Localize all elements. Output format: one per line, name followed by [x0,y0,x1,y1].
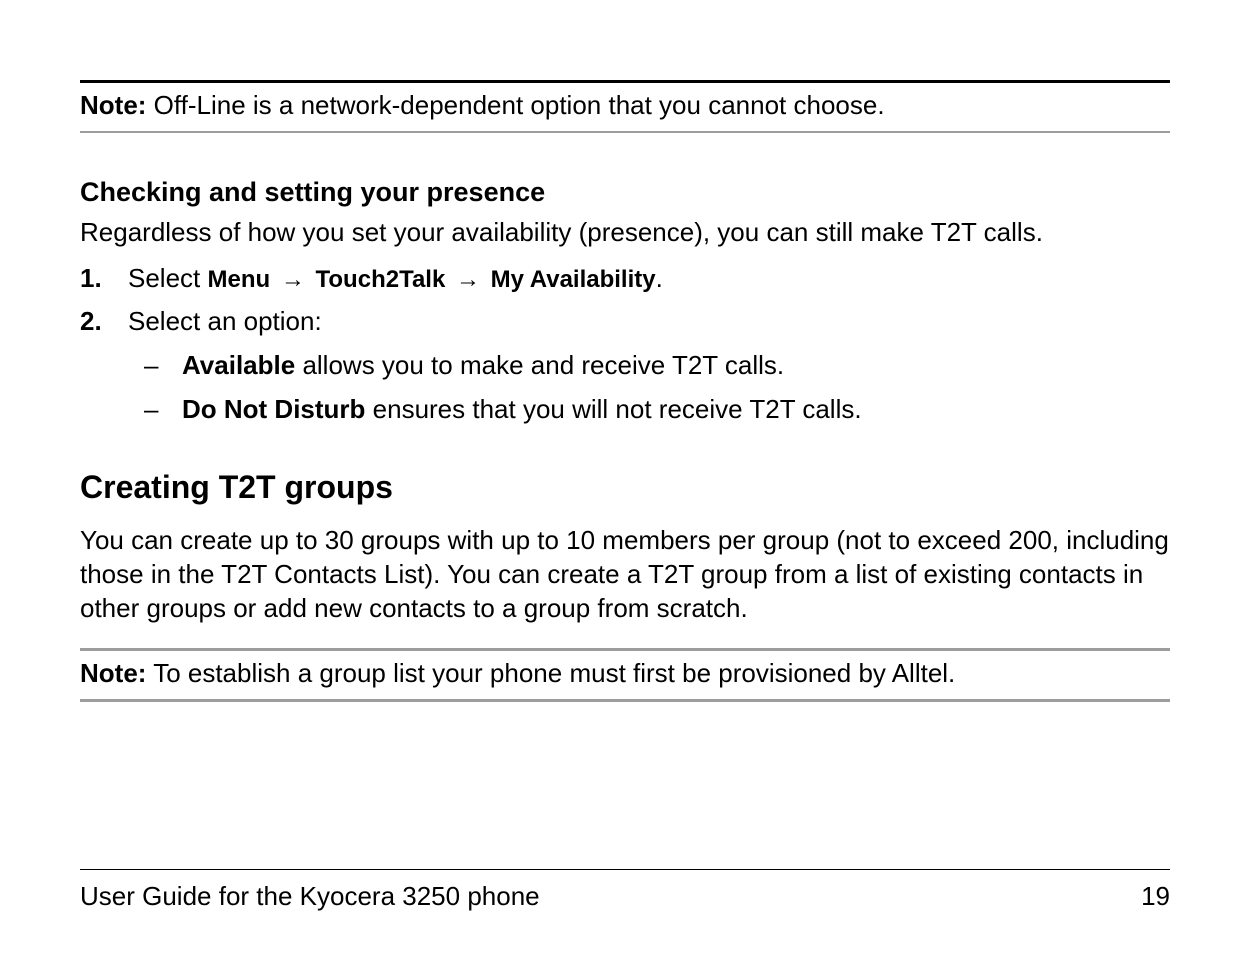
note-label: Note: [80,658,146,688]
note-label: Note: [80,90,146,120]
option-available-desc: allows you to make and receive T2T calls… [295,350,784,380]
note-box-1: Note: Off-Line is a network-dependent op… [80,80,1170,133]
step-content: Select an option: – Available allows you… [128,305,1170,436]
footer: User Guide for the Kyocera 3250 phone 19 [80,869,1170,914]
sub-item-available: – Available allows you to make and recei… [136,349,1170,383]
step-1: 1. Select Menu → Touch2Talk → My Availab… [80,262,1170,296]
step-number: 1. [80,262,128,296]
step-content: Select Menu → Touch2Talk → My Availabili… [128,262,1170,296]
subheading-presence: Checking and setting your presence [80,175,1170,210]
footer-title: User Guide for the Kyocera 3250 phone [80,880,540,914]
sub-list: – Available allows you to make and recei… [128,349,1170,427]
step-list: 1. Select Menu → Touch2Talk → My Availab… [80,262,1170,437]
note-text: Off-Line is a network-dependent option t… [146,90,884,120]
step-prefix: Select [128,263,208,293]
page-number: 19 [1141,880,1170,914]
step-number: 2. [80,305,128,436]
paragraph-groups: You can create up to 30 groups with up t… [80,524,1170,625]
menu-path-3: My Availability [491,266,656,293]
menu-path-2: Touch2Talk [316,266,446,293]
dash-icon: – [136,393,182,427]
section-heading-groups: Creating T2T groups [80,467,1170,509]
dash-icon: – [136,349,182,383]
step-suffix: . [656,263,663,293]
menu-path-1: Menu [208,266,271,293]
sub-item-text: Available allows you to make and receive… [182,349,784,383]
option-available: Available [182,350,295,380]
step-text: Select an option: [128,306,322,336]
paragraph-presence: Regardless of how you set your availabil… [80,216,1170,250]
arrow-icon: → [445,266,490,293]
sub-item-dnd: – Do Not Disturb ensures that you will n… [136,393,1170,427]
step-2: 2. Select an option: – Available allows … [80,305,1170,436]
note-text: To establish a group list your phone mus… [146,658,955,688]
note-box-2: Note: To establish a group list your pho… [80,648,1170,702]
option-dnd: Do Not Disturb [182,394,365,424]
option-dnd-desc: ensures that you will not receive T2T ca… [365,394,861,424]
sub-item-text: Do Not Disturb ensures that you will not… [182,393,862,427]
arrow-icon: → [270,266,315,293]
